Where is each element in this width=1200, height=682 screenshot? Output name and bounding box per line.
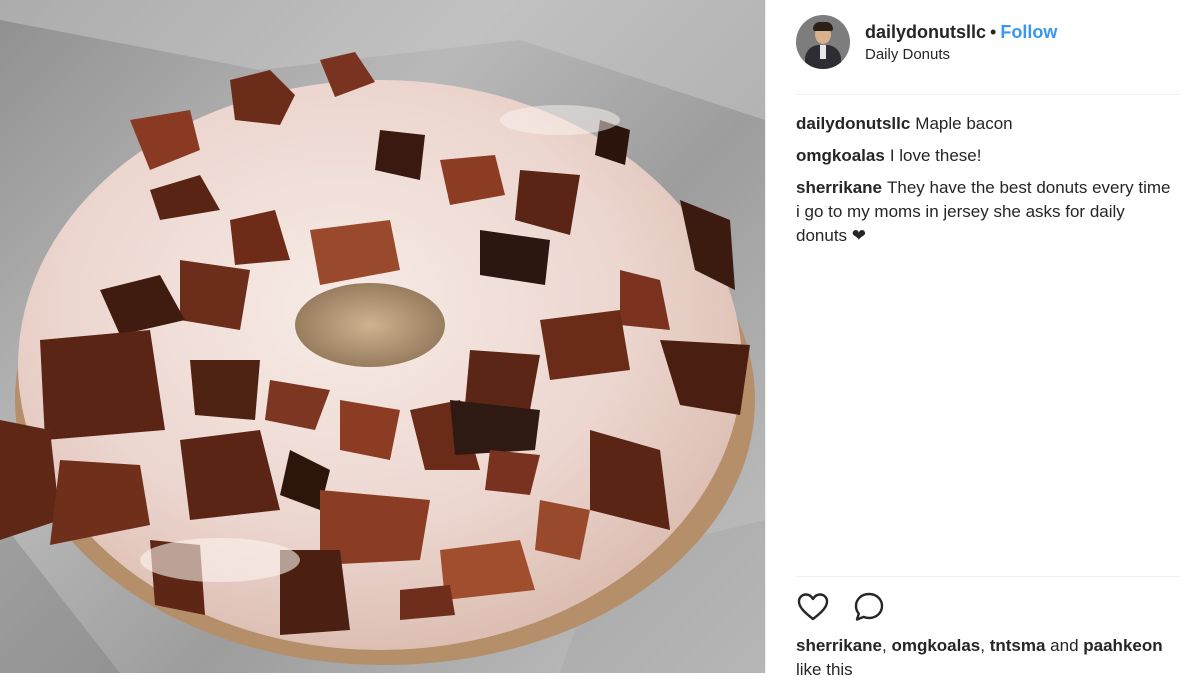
comment-text: I love these! xyxy=(889,146,982,165)
likes-suffix: like this xyxy=(796,660,853,679)
likes-summary: sherrikane, omgkoalas, tntsma and paahke… xyxy=(796,634,1163,682)
post-side-panel: dailydonutsllc • Follow Daily Donuts daily… xyxy=(765,0,1200,679)
post-viewer: dailydonutsllc • Follow Daily Donuts daily… xyxy=(0,0,1200,679)
divider xyxy=(796,576,1180,577)
liker-username[interactable]: sherrikane xyxy=(796,636,882,655)
post-actions xyxy=(796,590,886,624)
comment-item: dailydonutsllc Maple bacon xyxy=(796,112,1176,136)
divider xyxy=(796,94,1180,95)
comments-list: dailydonutsllc Maple bacon omgkoalas I lov… xyxy=(796,112,1176,256)
comment-username[interactable]: dailydonutsllc xyxy=(796,114,910,133)
header-text: dailydonutsllc • Follow Daily Donuts xyxy=(865,21,1057,63)
likes-and: and xyxy=(1045,636,1084,655)
post-header: dailydonutsllc • Follow Daily Donuts xyxy=(796,14,1180,70)
avatar[interactable] xyxy=(796,15,850,69)
liker-username[interactable]: paahkeon xyxy=(1083,636,1162,655)
comment-text: Maple bacon xyxy=(915,114,1013,133)
comment-username[interactable]: sherrikane xyxy=(796,178,882,197)
donut-image xyxy=(0,0,765,673)
username-link[interactable]: dailydonutsllc xyxy=(865,22,986,42)
post-photo[interactable] xyxy=(0,0,765,673)
comment-item: sherrikane They have the best donuts ever… xyxy=(796,176,1176,248)
liker-username[interactable]: tntsma xyxy=(990,636,1046,655)
header-line: dailydonutsllc • Follow xyxy=(865,21,1057,43)
heart-outline-icon[interactable] xyxy=(796,590,830,624)
comment-item: omgkoalas I love these! xyxy=(796,144,1176,168)
speech-bubble-icon[interactable] xyxy=(852,590,886,624)
follow-button[interactable]: Follow xyxy=(1000,22,1057,42)
location-link[interactable]: Daily Donuts xyxy=(865,46,1057,63)
liker-username[interactable]: omgkoalas xyxy=(891,636,980,655)
separator-dot: • xyxy=(990,22,997,42)
comment-username[interactable]: omgkoalas xyxy=(796,146,885,165)
likes-separator: , xyxy=(980,636,990,655)
